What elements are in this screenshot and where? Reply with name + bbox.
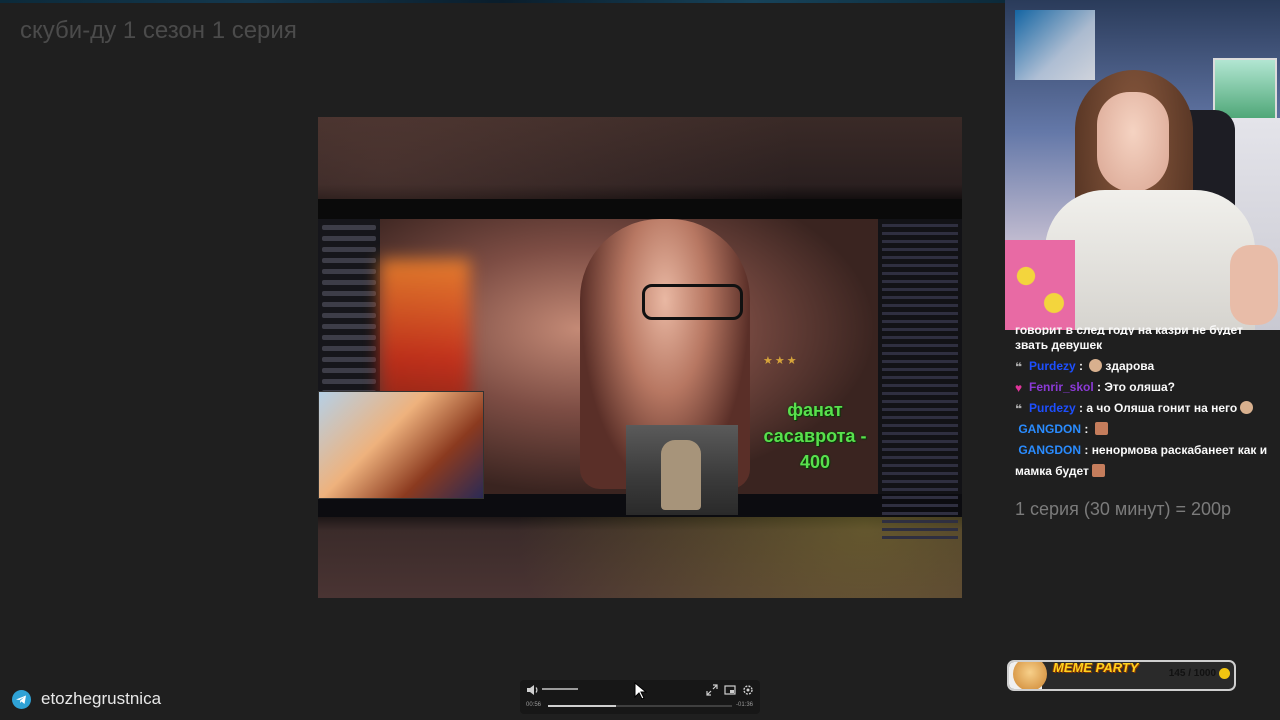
chat-cut-line: говорит в след году на казри не будет: [1015, 323, 1243, 335]
chat-message-text: звать девушек: [1015, 338, 1103, 352]
chat-username: Purdezy: [1029, 359, 1076, 373]
meme-party-widget: MEME PARTY 145 / 1000: [1007, 660, 1236, 691]
doge-icon: [1013, 662, 1047, 689]
meme-party-count: 145 / 1000: [1168, 668, 1216, 679]
chat-overlay: говорит в след году на казри не будет зв…: [1015, 321, 1277, 482]
chat-username: Purdezy: [1029, 401, 1076, 415]
volume-icon[interactable]: [526, 684, 540, 696]
cursor-icon: [634, 682, 648, 700]
telegram-handle: etozhegrustnica: [41, 689, 162, 708]
telegram-icon: [12, 689, 31, 709]
embedded-topbar: [318, 199, 962, 219]
player-controls[interactable]: 00:56 -01:36: [520, 680, 760, 714]
webcam-inset: [318, 391, 484, 499]
meme-party-title: MEME PARTY: [1053, 660, 1139, 675]
chat-message-text: здарова: [1105, 359, 1155, 373]
heart-badge-icon: ♥: [1015, 381, 1023, 395]
settings-icon[interactable]: [742, 684, 754, 696]
fullscreen-icon[interactable]: [706, 684, 718, 696]
price-text: 1 серия (30 минут) = 200р: [1015, 499, 1232, 519]
emote-icon: [1091, 464, 1105, 477]
emote-icon: [1240, 401, 1254, 414]
chat-message: звать девушек: [1015, 335, 1277, 356]
video-player[interactable]: ★★★ фанат сасаврота - 400: [318, 117, 962, 598]
top-strip: [0, 0, 1005, 3]
chat-message: ❝ Purdezy : здарова: [1015, 359, 1155, 374]
volume-slider[interactable]: [542, 688, 578, 690]
stars-decoration: ★★★: [763, 355, 799, 367]
banana-pillow: [1005, 240, 1075, 330]
coin-icon: [1219, 668, 1230, 679]
seek-bar-progress: [548, 705, 617, 707]
remaining-time: -01:36: [736, 702, 754, 708]
chat-message: GANGDON : ненормова раскабанеет как и ма…: [1015, 443, 1268, 478]
chat-message: ❝ Purdezy : а чо Оляша гонит на него: [1015, 398, 1277, 419]
page-title: скуби-ду 1 сезон 1 серия: [20, 17, 297, 44]
emote-icon: [1089, 359, 1103, 372]
chat-message-text: а чо Оляша гонит на него: [1086, 401, 1238, 415]
picture-in-picture-icon[interactable]: [724, 684, 736, 696]
emote-icon: [1094, 422, 1108, 435]
current-time: 00:56: [526, 702, 542, 708]
embedded-chat: [878, 219, 962, 539]
photo-inset: [626, 425, 738, 515]
speech-icon: ❝: [1015, 402, 1023, 416]
chat-username: GANGDON: [1018, 443, 1082, 457]
embedded-stream-screenshot: ★★★ фанат сасаврота - 400: [318, 199, 962, 539]
speech-icon: ❝: [1015, 360, 1023, 374]
chat-username: GANGDON: [1018, 422, 1082, 436]
seek-bar[interactable]: [548, 705, 732, 707]
chat-message-text: Это оляша?: [1104, 380, 1175, 394]
overlay-caption: фанат сасаврота - 400: [763, 400, 867, 472]
streamer-webcam: [1005, 0, 1280, 330]
glasses-shape: [642, 284, 743, 320]
chat-message: ♥ Fenrir_skol : Это оляша?: [1015, 380, 1175, 395]
chat-username: Fenrir_skol: [1029, 380, 1094, 394]
telegram-link[interactable]: etozhegrustnica: [12, 689, 161, 709]
streamer-face: [1097, 92, 1169, 192]
chat-message: GANGDON :: [1015, 419, 1277, 440]
